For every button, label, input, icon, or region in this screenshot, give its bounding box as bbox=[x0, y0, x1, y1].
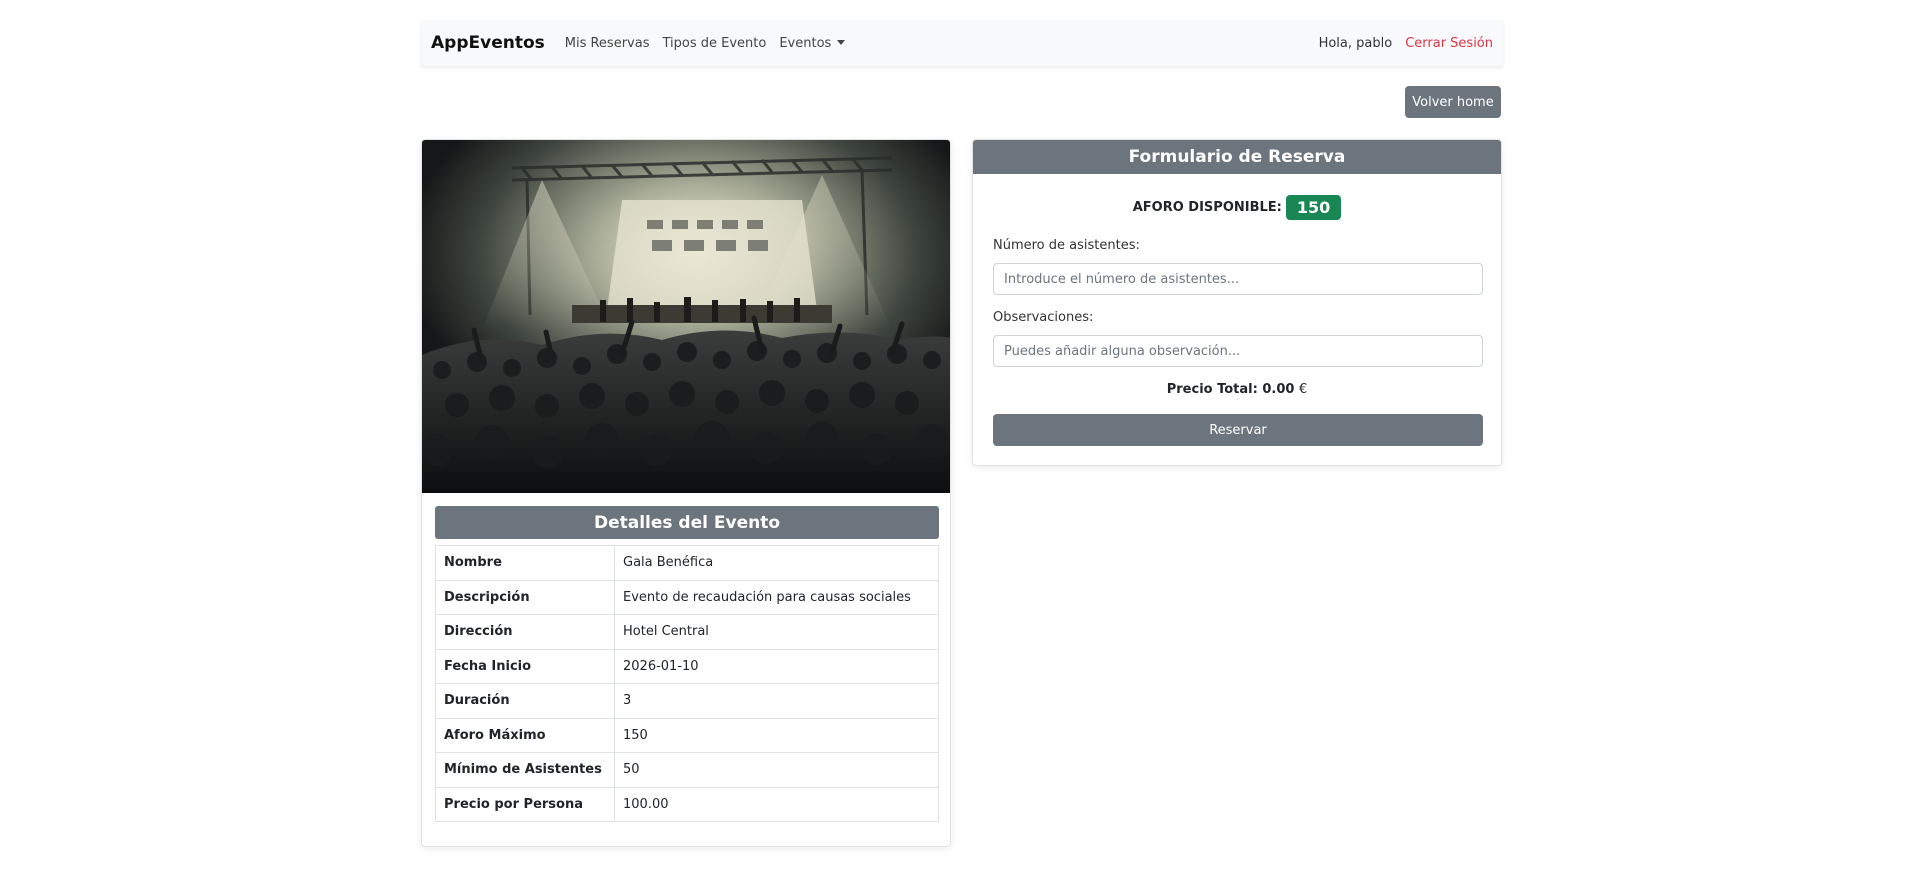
row-value: Hotel Central bbox=[614, 614, 939, 650]
form-title: Formulario de Reserva bbox=[973, 140, 1501, 174]
chevron-down-icon bbox=[837, 39, 846, 45]
row-key: Nombre bbox=[435, 545, 615, 581]
brand-logo[interactable]: AppEventos bbox=[431, 33, 545, 53]
top-navbar: AppEventos Mis Reservas Tipos de Evento … bbox=[421, 20, 1503, 66]
details-table-body: Nombre Gala Benéfica Descripción Evento de … bbox=[435, 545, 939, 822]
row-value: 3 bbox=[614, 683, 939, 719]
row-value: 100.00 bbox=[614, 786, 939, 822]
row-key: Dirección bbox=[435, 614, 615, 650]
row-key: Duración bbox=[435, 683, 615, 719]
aforo-disponible: AFORO DISPONIBLE: 150 bbox=[973, 195, 1501, 220]
row-key: Mínimo de Asistentes bbox=[435, 752, 615, 788]
reservation-form-card: Formulario de Reserva AFORO DISPONIBLE: … bbox=[972, 139, 1502, 466]
table-row: Mínimo de Asistentes 50 bbox=[435, 752, 939, 788]
precio-total-label: Precio Total: 0.00 bbox=[1166, 382, 1295, 397]
back-home-button[interactable]: Volver home bbox=[1405, 86, 1501, 118]
table-row: Nombre Gala Benéfica bbox=[435, 545, 939, 581]
row-value: Evento de recaudación para causas social… bbox=[614, 579, 939, 615]
asistentes-label: Número de asistentes: bbox=[993, 238, 1140, 253]
observaciones-label: Observaciones: bbox=[993, 310, 1094, 325]
user-greeting: Hola, pablo bbox=[1318, 35, 1393, 51]
row-value: 2026-01-10 bbox=[614, 648, 939, 684]
table-row: Dirección Hotel Central bbox=[435, 614, 939, 650]
row-key: Fecha Inicio bbox=[435, 648, 615, 684]
aforo-label: AFORO DISPONIBLE: bbox=[1132, 200, 1282, 215]
nav-tipos-de-evento[interactable]: Tipos de Evento bbox=[662, 36, 766, 51]
nav-eventos-label: Eventos bbox=[779, 35, 832, 51]
row-value: Gala Benéfica bbox=[614, 545, 939, 581]
event-card: Detalles del Evento Nombre Gala Benéfica D… bbox=[421, 139, 951, 847]
nav-eventos-dropdown[interactable]: Eventos bbox=[779, 35, 846, 51]
asistentes-input[interactable] bbox=[993, 263, 1483, 295]
table-row: Descripción Evento de recaudación para ca… bbox=[435, 579, 939, 615]
precio-total: Precio Total: 0.00 € bbox=[973, 382, 1501, 397]
row-key: Precio por Persona bbox=[435, 786, 615, 822]
event-image bbox=[422, 140, 950, 493]
row-value: 50 bbox=[614, 752, 939, 788]
row-value: 150 bbox=[614, 717, 939, 753]
reserve-button[interactable]: Reservar bbox=[993, 414, 1483, 446]
details-table: Nombre Gala Benéfica Descripción Evento de … bbox=[435, 545, 939, 822]
table-row: Duración 3 bbox=[435, 683, 939, 719]
table-row: Aforo Máximo 150 bbox=[435, 717, 939, 753]
logout-link[interactable]: Cerrar Sesión bbox=[1405, 36, 1493, 51]
observaciones-input[interactable] bbox=[993, 335, 1483, 367]
row-key: Descripción bbox=[435, 579, 615, 615]
aforo-badge: 150 bbox=[1285, 195, 1342, 220]
table-row: Precio por Persona 100.00 bbox=[435, 786, 939, 822]
nav-mis-reservas[interactable]: Mis Reservas bbox=[565, 36, 650, 51]
currency-symbol: € bbox=[1298, 382, 1308, 397]
row-key: Aforo Máximo bbox=[435, 717, 615, 753]
table-row: Fecha Inicio 2026-01-10 bbox=[435, 648, 939, 684]
details-title: Detalles del Evento bbox=[435, 506, 939, 539]
